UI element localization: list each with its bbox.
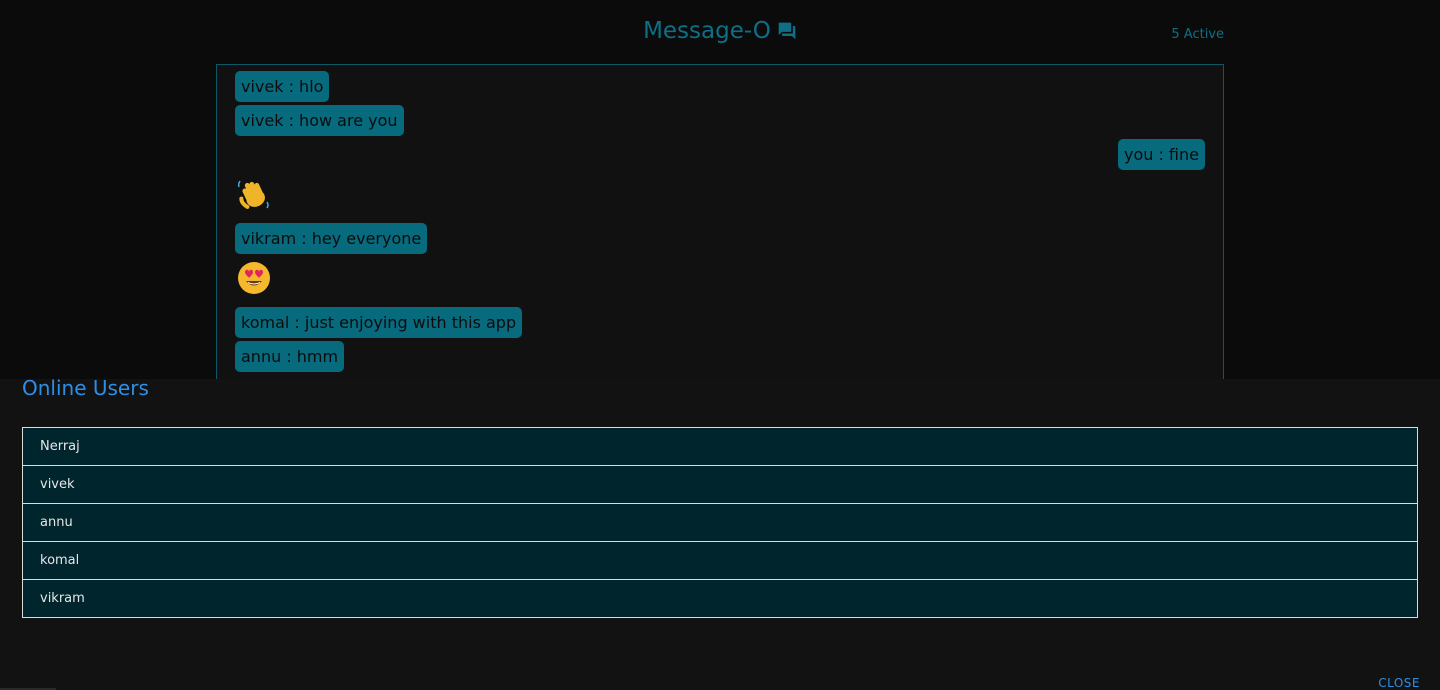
user-list-item[interactable]: komal xyxy=(22,541,1418,580)
online-users-title: Online Users xyxy=(22,376,149,400)
app-title-text: Message-O xyxy=(643,18,771,44)
app-title: Message-O xyxy=(0,16,1440,49)
user-list-item[interactable]: vikram xyxy=(22,579,1418,618)
message-bubble: annu : hmm xyxy=(235,341,345,372)
heart-eyes-emoji xyxy=(236,260,272,296)
online-users-panel: Online Users Nerraj vivek annu komal vik… xyxy=(0,376,1440,690)
message-bubble: vivek : hlo xyxy=(235,71,330,102)
close-button[interactable]: CLOSE xyxy=(1378,676,1420,690)
chat-bubbles-icon xyxy=(777,19,797,49)
chat-app: Message-O 5 Active vivek : hlo vivek : h… xyxy=(0,0,1440,690)
waving-hand-emoji xyxy=(236,175,272,211)
message-bubble: vivek : how are you xyxy=(235,105,404,136)
online-users-list: Nerraj vivek annu komal vikram xyxy=(22,427,1418,618)
user-list-item[interactable]: Nerraj xyxy=(22,427,1418,466)
chat-messages[interactable]: vivek : hlo vivek : how are you you : fi… xyxy=(216,64,1224,384)
message-bubble-own: you : fine xyxy=(1117,139,1205,170)
message-bubble: vikram : hey everyone xyxy=(235,223,428,254)
message-bubble: komal : just enjoying with this app xyxy=(235,307,523,338)
user-list-item[interactable]: annu xyxy=(22,503,1418,542)
active-count: 5 Active xyxy=(1171,27,1224,42)
user-list-item[interactable]: vivek xyxy=(22,465,1418,504)
